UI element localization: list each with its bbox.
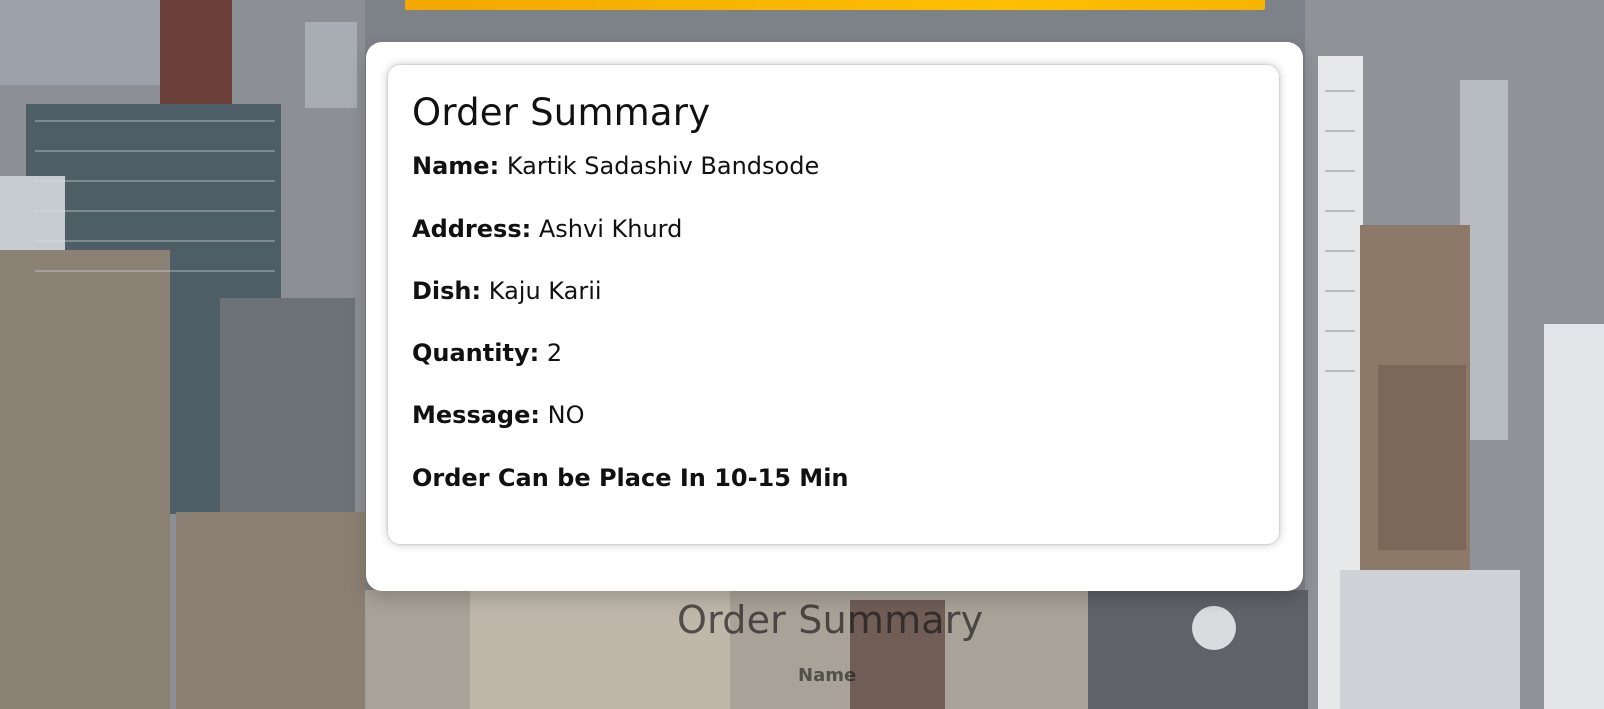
dish-value: Kaju Karii [488, 277, 602, 305]
quantity-label: Quantity: [412, 339, 540, 367]
building-right-edge [1544, 324, 1604, 709]
quantity-value: 2 [546, 339, 563, 367]
message-row: Message: NO [412, 400, 584, 430]
address-row: Address: Ashvi Khurd [412, 214, 682, 244]
building-white-tower [305, 22, 357, 108]
dish-label: Dish: [412, 277, 482, 305]
building-top-left [0, 0, 160, 85]
order-summary-page: Order Summary Name Order Summary Name: K… [0, 0, 1604, 709]
name-value: Kartik Sadashiv Bandsode [506, 152, 820, 180]
top-accent-strip [405, 0, 1265, 10]
message-label: Message: [412, 401, 540, 429]
building-dark-middle [220, 298, 355, 523]
background-order-summary-title: Order Summary [677, 598, 984, 642]
delivery-time-note: Order Can be Place In 10-15 Min [412, 464, 849, 492]
building-right-lower [1378, 365, 1466, 550]
building-lower-left [176, 512, 366, 709]
name-label: Name: [412, 152, 500, 180]
address-label: Address: [412, 215, 532, 243]
building-red-tower [160, 0, 232, 108]
building-bottom-right [1340, 570, 1520, 709]
building-tan-left [0, 250, 170, 709]
name-row: Name: Kartik Sadashiv Bandsode [412, 151, 819, 181]
building-bottom-gray [1088, 590, 1308, 709]
address-value: Ashvi Khurd [538, 215, 683, 243]
message-value: NO [547, 401, 585, 429]
quantity-row: Quantity: 2 [412, 338, 562, 368]
dish-row: Dish: Kaju Karii [412, 276, 602, 306]
background-name-label: Name [798, 665, 857, 686]
water-tower-shape [1192, 606, 1236, 650]
order-summary-title: Order Summary [412, 91, 711, 134]
